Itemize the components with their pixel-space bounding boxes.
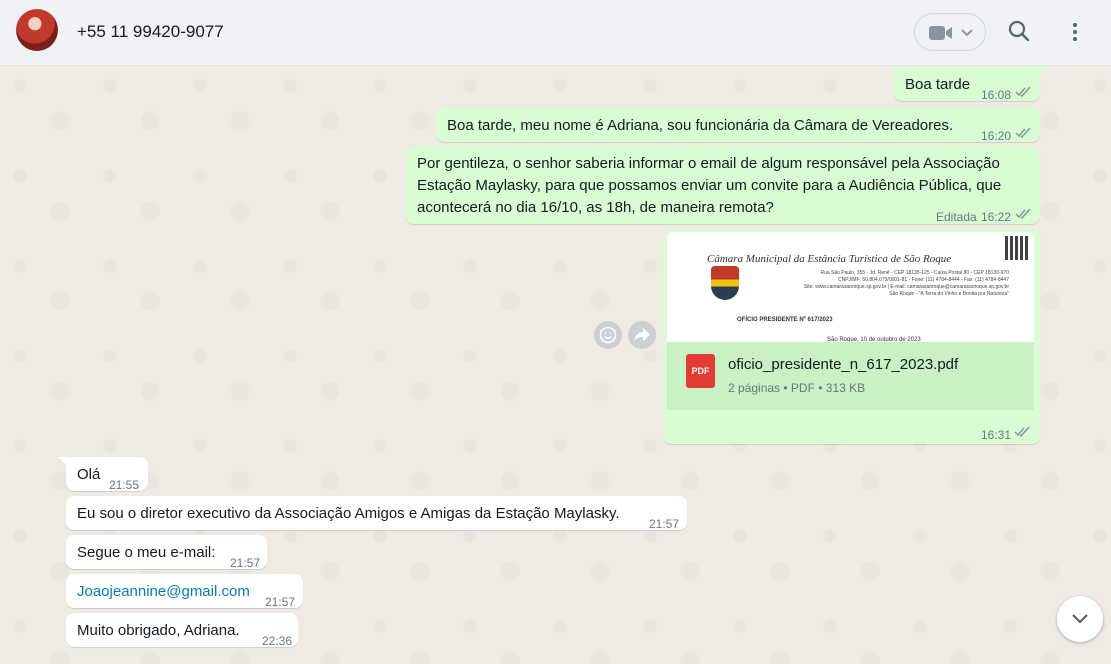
address-line: Site: www.camarasaoroque.sp.gov.br | E-m… — [803, 284, 1009, 290]
preview-date: São Roque, 10 de outubro de 2023 — [827, 337, 921, 342]
contact-name[interactable]: +55 11 99420-9077 — [77, 22, 224, 42]
message-bubble-outgoing[interactable]: Por gentileza, o senhor saberia informar… — [406, 146, 1040, 224]
contact-avatar[interactable] — [16, 9, 58, 51]
message-text: Eu sou o diretor executivo da Associação… — [77, 505, 620, 522]
message-text: Olá — [77, 466, 101, 483]
message-bubble-incoming[interactable]: Joaojeannine@gmail.com 21:57 — [66, 574, 303, 609]
message-time: 16:20 — [981, 129, 1012, 143]
message-bubble-incoming[interactable]: Muito obrigado, Adriana. 22:36 — [66, 613, 298, 648]
scroll-down-icon — [1072, 614, 1088, 624]
chat-header: +55 11 99420-9077 — [0, 0, 1111, 66]
message-line: Por gentileza, o senhor saberia informar… — [417, 155, 1000, 172]
message-line: acontecerá no dia 16/10, as 18h, de mane… — [417, 199, 774, 216]
video-call-icon — [929, 26, 952, 40]
scroll-to-bottom-button[interactable] — [1057, 596, 1103, 642]
forward-icon — [634, 328, 650, 342]
message-text: Boa tarde, meu nome é Adriana, sou funci… — [447, 117, 954, 134]
double-check-icon — [1015, 208, 1031, 219]
qr-code — [1005, 236, 1029, 260]
preview-letterhead: Câmara Municipal da Estância Turística d… — [707, 253, 952, 265]
message-time: 21:57 — [649, 517, 680, 531]
file-meta: 2 páginas • PDF • 313 KB — [728, 381, 866, 395]
document-info[interactable]: PDF oficio_presidente_n_617_2023.pdf 2 p… — [667, 342, 1034, 410]
file-name: oficio_presidente_n_617_2023.pdf — [728, 356, 959, 373]
message-text: Boa tarde — [905, 76, 971, 93]
coat-of-arms — [711, 266, 739, 300]
address-line: Rua São Paulo, 355 - Jd. Renê - CEP 1813… — [820, 270, 1009, 276]
react-button[interactable] — [594, 321, 622, 349]
email-link[interactable]: Joaojeannine@gmail.com — [77, 581, 250, 602]
message-time: 22:36 — [262, 634, 293, 648]
forward-button[interactable] — [628, 321, 656, 349]
message-bubble-outgoing[interactable]: Boa tarde 16:08 — [894, 67, 1048, 102]
message-time: 21:57 — [265, 595, 296, 609]
preview-address: Rua São Paulo, 355 - Jd. Renê - CEP 1813… — [759, 270, 1009, 298]
message-bubble-incoming[interactable]: Segue o meu e-mail: 21:57 — [66, 535, 267, 570]
emoji-react-icon — [599, 326, 617, 344]
bubble-tail — [1036, 67, 1048, 79]
video-call-button[interactable] — [914, 13, 986, 51]
message-bubble-incoming[interactable]: Eu sou o diretor executivo da Associação… — [66, 496, 687, 531]
bubble-tail — [58, 457, 70, 469]
message-bubble-incoming[interactable]: Olá 21:55 — [58, 457, 148, 492]
search-icon[interactable] — [1008, 20, 1030, 42]
message-text: Por gentileza, o senhor saberia informar… — [417, 153, 1001, 219]
menu-dots-icon[interactable] — [1066, 21, 1084, 43]
message-text: Segue o meu e-mail: — [77, 544, 216, 561]
preview-doc-title: OFÍCIO PRESIDENTE Nº 617/2023 — [737, 317, 833, 323]
chevron-down-icon — [961, 29, 973, 37]
double-check-icon — [1015, 127, 1031, 138]
address-line: São Roque - "A Terra do Vinho e Bonita p… — [889, 291, 1009, 297]
message-time: 21:55 — [109, 478, 140, 492]
message-line: Estação Maylasky, para que possamos envi… — [417, 177, 1002, 194]
double-check-icon — [1015, 86, 1031, 97]
message-bubble-outgoing[interactable]: Boa tarde, meu nome é Adriana, sou funci… — [436, 108, 1040, 143]
address-line: CNPJ/MF: 50.804.079/0001-81 - Fone: (11)… — [837, 277, 1009, 283]
message-time: 16:31 — [981, 428, 1012, 442]
message-time: 21:57 — [230, 556, 261, 570]
message-text: Muito obrigado, Adriana. — [77, 622, 240, 639]
message-time: 16:08 — [981, 88, 1012, 102]
edited-label: Editada — [936, 210, 977, 224]
double-check-icon — [1014, 426, 1030, 437]
message-time: 16:22 — [981, 210, 1012, 224]
document-preview[interactable]: Câmara Municipal da Estância Turística d… — [667, 232, 1034, 342]
message-list[interactable]: Boa tarde 16:08 Boa tarde, meu nome é Ad… — [0, 66, 1111, 664]
document-message[interactable]: Câmara Municipal da Estância Turística d… — [663, 228, 1040, 444]
pdf-icon: PDF — [686, 354, 715, 388]
